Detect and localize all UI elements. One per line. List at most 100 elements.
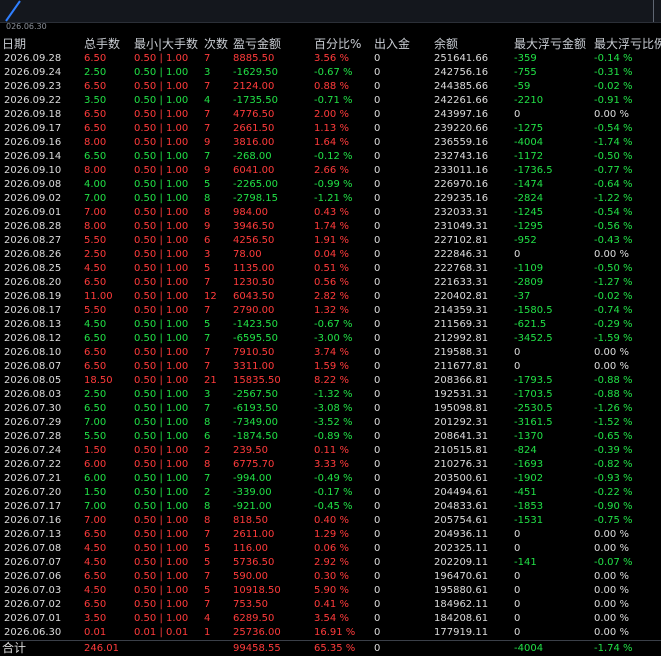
table-row[interactable]: 2026.09.17 6.50 0.50 | 1.00 7 2661.50 1.13 % 0… bbox=[0, 122, 661, 136]
table-row[interactable]: 2026.07.01 3.50 0.50 | 1.00 4 6289.50 3.54 % 0… bbox=[0, 612, 661, 626]
col-deposit-withdraw[interactable]: 出入金 bbox=[374, 36, 432, 52]
table-row[interactable]: 2026.07.02 6.50 0.50 | 1.00 7 753.50 0.41 % 0 1… bbox=[0, 598, 661, 612]
row-deposit-withdraw: 0 bbox=[374, 473, 381, 484]
row-min-max-lots: 0.50 | 1.00 bbox=[134, 571, 189, 582]
table-row[interactable]: 2026.07.22 6.00 0.50 | 1.00 8 6775.70 3.33 % 0… bbox=[0, 458, 661, 472]
row-pnl: 5736.50 bbox=[233, 557, 275, 568]
table-row[interactable]: 2026.07.20 1.50 0.50 | 1.00 2 -339.00 -0.17 %… bbox=[0, 486, 661, 500]
table-row[interactable]: 2026.08.07 6.50 0.50 | 1.00 7 3311.00 1.59 % 0… bbox=[0, 360, 661, 374]
table-row[interactable]: 2026.09.28 6.50 0.50 | 1.00 7 8885.50 3.56 % 0… bbox=[0, 52, 661, 66]
table-row[interactable]: 2026.09.22 3.50 0.50 | 1.00 4 -1735.50 -0.71 … bbox=[0, 94, 661, 108]
row-count: 21 bbox=[204, 375, 217, 386]
row-percent: -0.67 % bbox=[314, 319, 353, 330]
row-total-lots: 6.50 bbox=[84, 361, 107, 372]
row-count: 7 bbox=[204, 81, 211, 92]
row-total-lots: 1.50 bbox=[84, 445, 107, 456]
row-max-floating-loss-ratio: -1.59 % bbox=[594, 333, 633, 344]
table-row[interactable]: 2026.07.21 6.00 0.50 | 1.00 7 -994.00 -0.49 %… bbox=[0, 472, 661, 486]
table-row[interactable]: 2026.08.12 6.50 0.50 | 1.00 7 -6595.50 -3.00 … bbox=[0, 332, 661, 346]
table-row[interactable]: 2026.07.29 7.00 0.50 | 1.00 8 -7349.00 -3.52 … bbox=[0, 416, 661, 430]
table-row[interactable]: 2026.08.19 11.00 0.50 | 1.00 12 6043.50 2.82 … bbox=[0, 290, 661, 304]
row-max-floating-loss-ratio: -1.74 % bbox=[594, 137, 633, 148]
row-total-lots: 5.50 bbox=[84, 431, 107, 442]
table-row[interactable]: 2026.08.27 5.50 0.50 | 1.00 6 4256.50 1.91 % 0… bbox=[0, 234, 661, 248]
row-count: 12 bbox=[204, 291, 217, 302]
table-row[interactable]: 2026.06.30 0.01 0.01 | 0.01 1 25736.00 16.91 … bbox=[0, 626, 661, 640]
table-row[interactable]: 2026.08.13 4.50 0.50 | 1.00 5 -1423.50 -0.67 … bbox=[0, 318, 661, 332]
table-row[interactable]: 2026.08.10 6.50 0.50 | 1.00 7 7910.50 3.74 % 0… bbox=[0, 346, 661, 360]
row-balance: 219588.31 bbox=[434, 347, 489, 358]
row-date: 2026.07.28 bbox=[4, 431, 62, 442]
row-count: 7 bbox=[204, 599, 211, 610]
table-row[interactable]: 2026.07.30 6.50 0.50 | 1.00 7 -6193.50 -3.08 … bbox=[0, 402, 661, 416]
row-total-lots: 6.50 bbox=[84, 123, 107, 134]
row-date: 2026.09.28 bbox=[4, 53, 62, 64]
row-max-floating-loss-ratio: -0.07 % bbox=[594, 557, 633, 568]
row-percent: 2.82 % bbox=[314, 291, 349, 302]
row-max-floating-loss-ratio: -0.64 % bbox=[594, 179, 633, 190]
row-count: 5 bbox=[204, 319, 211, 330]
table-row[interactable]: 2026.07.03 4.50 0.50 | 1.00 5 10918.50 5.90 %… bbox=[0, 584, 661, 598]
table-row[interactable]: 2026.08.25 4.50 0.50 | 1.00 5 1135.00 0.51 % 0… bbox=[0, 262, 661, 276]
table-row[interactable]: 2026.08.20 6.50 0.50 | 1.00 7 1230.50 0.56 % 0… bbox=[0, 276, 661, 290]
table-row[interactable]: 2026.09.24 2.50 0.50 | 1.00 3 -1629.50 -0.67 … bbox=[0, 66, 661, 80]
row-pnl: 6043.50 bbox=[233, 291, 275, 302]
table-row[interactable]: 2026.09.18 6.50 0.50 | 1.00 7 4776.50 2.00 % 0… bbox=[0, 108, 661, 122]
col-total-lots[interactable]: 总手数 bbox=[84, 36, 132, 52]
table-row[interactable]: 2026.08.03 2.50 0.50 | 1.00 3 -2567.50 -1.32 … bbox=[0, 388, 661, 402]
total-max-floating-loss-ratio: -1.74 % bbox=[594, 643, 633, 654]
col-balance[interactable]: 余额 bbox=[434, 36, 512, 52]
table-row[interactable]: 2026.08.05 18.50 0.50 | 1.00 21 15835.50 8.22… bbox=[0, 374, 661, 388]
row-percent: -1.21 % bbox=[314, 193, 353, 204]
row-min-max-lots: 0.50 | 1.00 bbox=[134, 487, 189, 498]
table-row[interactable]: 2026.07.17 7.00 0.50 | 1.00 8 -921.00 -0.45 %… bbox=[0, 500, 661, 514]
table-row[interactable]: 2026.07.24 1.50 0.50 | 1.00 2 239.50 0.11 % 0 2… bbox=[0, 444, 661, 458]
row-max-floating-loss-ratio: -0.88 % bbox=[594, 389, 633, 400]
row-max-floating-loss-ratio: -0.02 % bbox=[594, 81, 633, 92]
row-date: 2026.09.10 bbox=[4, 165, 62, 176]
row-max-floating-loss-ratio: 0.00 % bbox=[594, 109, 629, 120]
row-balance: 232033.31 bbox=[434, 207, 489, 218]
row-max-floating-loss: -1902 bbox=[514, 473, 544, 484]
table-row[interactable]: 2026.09.23 6.50 0.50 | 1.00 7 2124.00 0.88 % 0… bbox=[0, 80, 661, 94]
col-max-floating-loss-ratio[interactable]: 最大浮亏比例 bbox=[594, 36, 661, 52]
table-row[interactable]: 2026.07.28 5.50 0.50 | 1.00 6 -1874.50 -0.89 … bbox=[0, 430, 661, 444]
row-percent: 0.30 % bbox=[314, 571, 349, 582]
row-count: 9 bbox=[204, 221, 211, 232]
col-max-floating-loss[interactable]: 最大浮亏金额 bbox=[514, 36, 592, 52]
row-deposit-withdraw: 0 bbox=[374, 95, 381, 106]
table-row[interactable]: 2026.09.14 6.50 0.50 | 1.00 7 -268.00 -0.12 %… bbox=[0, 150, 661, 164]
row-pnl: -1423.50 bbox=[233, 319, 278, 330]
row-max-floating-loss: 0 bbox=[514, 361, 521, 372]
row-max-floating-loss: -1853 bbox=[514, 501, 544, 512]
table-row[interactable]: 2026.09.16 8.00 0.50 | 1.00 9 3816.00 1.64 % 0… bbox=[0, 136, 661, 150]
col-date[interactable]: 日期 bbox=[2, 36, 80, 52]
col-percent[interactable]: 百分比% bbox=[314, 36, 372, 52]
table-row[interactable]: 2026.09.10 8.00 0.50 | 1.00 9 6041.00 2.66 % 0… bbox=[0, 164, 661, 178]
row-pnl: 6289.50 bbox=[233, 613, 275, 624]
table-row[interactable]: 2026.08.26 2.50 0.50 | 1.00 3 78.00 0.04 % 0 22… bbox=[0, 248, 661, 262]
col-pnl[interactable]: 盈亏金额 bbox=[233, 36, 313, 52]
table-row[interactable]: 2026.07.06 6.50 0.50 | 1.00 7 590.00 0.30 % 0 1… bbox=[0, 570, 661, 584]
row-total-lots: 6.50 bbox=[84, 333, 107, 344]
table-row[interactable]: 2026.08.28 8.00 0.50 | 1.00 9 3946.50 1.74 % 0… bbox=[0, 220, 661, 234]
table-row[interactable]: 2026.07.16 7.00 0.50 | 1.00 8 818.50 0.40 % 0 2… bbox=[0, 514, 661, 528]
table-row[interactable]: 2026.08.17 5.50 0.50 | 1.00 7 2790.00 1.32 % 0… bbox=[0, 304, 661, 318]
col-min-max-lots[interactable]: 最小|大手数 bbox=[134, 36, 202, 52]
col-count[interactable]: 次数 bbox=[204, 36, 232, 52]
table-row[interactable]: 2026.07.07 4.50 0.50 | 1.00 5 5736.50 2.92 % 0… bbox=[0, 556, 661, 570]
row-count: 7 bbox=[204, 305, 211, 316]
row-deposit-withdraw: 0 bbox=[374, 389, 381, 400]
row-min-max-lots: 0.50 | 1.00 bbox=[134, 165, 189, 176]
row-total-lots: 4.50 bbox=[84, 557, 107, 568]
row-deposit-withdraw: 0 bbox=[374, 263, 381, 274]
table-row[interactable]: 2026.09.08 4.00 0.50 | 1.00 5 -2265.00 -0.99 … bbox=[0, 178, 661, 192]
table-row[interactable]: 2026.09.01 7.00 0.50 | 1.00 8 984.00 0.43 % 0 2… bbox=[0, 206, 661, 220]
row-min-max-lots: 0.50 | 1.00 bbox=[134, 431, 189, 442]
row-max-floating-loss: -1793.5 bbox=[514, 375, 553, 386]
table-row[interactable]: 2026.09.02 7.00 0.50 | 1.00 8 -2798.15 -1.21 … bbox=[0, 192, 661, 206]
row-deposit-withdraw: 0 bbox=[374, 305, 381, 316]
table-row[interactable]: 2026.07.08 4.50 0.50 | 1.00 5 116.00 0.06 % 0 2… bbox=[0, 542, 661, 556]
table-row[interactable]: 2026.07.13 6.50 0.50 | 1.00 7 2611.00 1.29 % 0… bbox=[0, 528, 661, 542]
row-deposit-withdraw: 0 bbox=[374, 165, 381, 176]
